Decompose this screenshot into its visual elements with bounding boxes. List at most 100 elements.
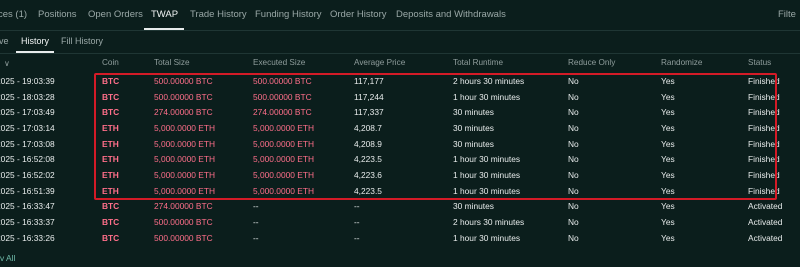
- cell-executed-size: 500.00000 BTC: [253, 91, 312, 102]
- table-row: 2025 - 17:03:14 ETH 5,000.0000 ETH 5,000.00…: [0, 123, 800, 139]
- tab-open-orders[interactable]: Open Orders: [88, 9, 143, 20]
- cell-total-size: 500.00000 BTC: [154, 216, 213, 227]
- cell-coin: ETH: [102, 154, 119, 165]
- cell-randomize: Yes: [661, 216, 675, 227]
- cell-coin: ETH: [102, 138, 119, 149]
- cell-randomize: Yes: [661, 107, 675, 118]
- table-row: 2025 - 16:52:02 ETH 5,000.0000 ETH 5,000.00…: [0, 170, 800, 186]
- cell-runtime: 1 hour 30 minutes: [453, 154, 521, 165]
- cell-coin: BTC: [102, 107, 120, 118]
- table-row: 2025 - 16:33:37 BTC 500.00000 BTC -- -- 2 hou…: [0, 217, 800, 233]
- column-total-runtime[interactable]: Total Runtime: [453, 58, 503, 67]
- view-all-link[interactable]: v All: [0, 253, 15, 263]
- cell-randomize: Yes: [661, 91, 675, 102]
- cell-reduce-only: No: [568, 185, 579, 196]
- cell-status: Activated: [748, 232, 783, 243]
- cell-randomize: Yes: [661, 138, 675, 149]
- table-row: 2025 - 17:03:08 ETH 5,000.0000 ETH 5,000.00…: [0, 139, 800, 155]
- cell-time: 2025 - 17:03:49: [0, 107, 55, 118]
- cell-executed-size: 5,000.0000 ETH: [253, 122, 314, 133]
- cell-time: 2025 - 19:03:39: [0, 76, 55, 86]
- column-executed-size[interactable]: Executed Size: [253, 58, 305, 67]
- cell-time: 2025 - 16:33:26: [0, 232, 55, 243]
- cell-runtime: 30 minutes: [453, 201, 494, 212]
- subtab-history[interactable]: History: [21, 36, 49, 46]
- cell-coin: BTC: [102, 232, 120, 243]
- cell-randomize: Yes: [661, 232, 675, 243]
- cell-coin: ETH: [102, 169, 119, 180]
- cell-reduce-only: No: [568, 201, 579, 212]
- cell-executed-size: 5,000.0000 ETH: [253, 169, 314, 180]
- table-row: 2025 - 19:03:39 BTC 500.00000 BTC 500.00000…: [0, 76, 800, 92]
- cell-runtime: 30 minutes: [453, 107, 494, 118]
- cell-runtime: 2 hours 30 minutes: [453, 76, 525, 86]
- cell-randomize: Yes: [661, 201, 675, 212]
- cell-status: Finished: [748, 107, 780, 118]
- cell-avg-price: --: [354, 232, 360, 243]
- cell-status: Activated: [748, 216, 783, 227]
- cell-time: 2025 - 16:33:37: [0, 216, 55, 227]
- tab-twap[interactable]: TWAP: [151, 9, 178, 20]
- cell-reduce-only: No: [568, 91, 579, 102]
- cell-executed-size: --: [253, 232, 259, 243]
- tab-balances[interactable]: ces (1): [0, 9, 27, 20]
- cell-runtime: 30 minutes: [453, 122, 494, 133]
- cell-status: Activated: [748, 201, 783, 212]
- cell-total-size: 274.00000 BTC: [154, 201, 213, 212]
- cell-time: 2025 - 16:33:47: [0, 201, 55, 212]
- tab-trade-history[interactable]: Trade History: [190, 9, 247, 20]
- table-row: 2025 - 16:51:39 ETH 5,000.0000 ETH 5,000.00…: [0, 186, 800, 202]
- subtab-fill-history[interactable]: Fill History: [61, 36, 103, 46]
- cell-total-size: 5,000.0000 ETH: [154, 138, 215, 149]
- cell-executed-size: 5,000.0000 ETH: [253, 185, 314, 196]
- column-randomize[interactable]: Randomize: [661, 58, 702, 67]
- table-row: 2025 - 16:33:26 BTC 500.00000 BTC -- -- 1 hou…: [0, 233, 800, 249]
- tab-order-history[interactable]: Order History: [330, 9, 386, 20]
- cell-avg-price: 4,223.5: [354, 185, 382, 196]
- tab-deposits-withdrawals[interactable]: Deposits and Withdrawals: [396, 9, 506, 20]
- tab-funding-history[interactable]: Funding History: [255, 9, 322, 20]
- column-total-size[interactable]: Total Size: [154, 58, 190, 67]
- cell-time: 2025 - 16:52:02: [0, 169, 55, 180]
- cell-reduce-only: No: [568, 216, 579, 227]
- cell-total-size: 5,000.0000 ETH: [154, 122, 215, 133]
- cell-executed-size: 5,000.0000 ETH: [253, 154, 314, 165]
- cell-randomize: Yes: [661, 169, 675, 180]
- cell-time: 2025 - 18:03:28: [0, 91, 55, 102]
- cell-status: Finished: [748, 91, 780, 102]
- active-subtab-underline: [16, 51, 54, 53]
- cell-time: 2025 - 17:03:08: [0, 138, 55, 149]
- cell-executed-size: 5,000.0000 ETH: [253, 138, 314, 149]
- cell-avg-price: 117,244: [354, 91, 384, 102]
- cell-runtime: 1 hour 30 minutes: [453, 232, 521, 243]
- cell-coin: BTC: [102, 91, 120, 102]
- sort-chevron-icon[interactable]: ∨: [4, 58, 10, 68]
- cell-runtime: 30 minutes: [453, 138, 494, 149]
- column-average-price[interactable]: Average Price: [354, 58, 405, 67]
- cell-avg-price: --: [354, 216, 360, 227]
- cell-avg-price: 4,223.6: [354, 169, 382, 180]
- cell-status: Finished: [748, 122, 780, 133]
- cell-total-size: 500.00000 BTC: [154, 76, 213, 86]
- cell-time: 2025 - 17:03:14: [0, 122, 55, 133]
- cell-runtime: 1 hour 30 minutes: [453, 169, 521, 180]
- table-row: 2025 - 16:52:08 ETH 5,000.0000 ETH 5,000.00…: [0, 154, 800, 170]
- column-reduce-only[interactable]: Reduce Only: [568, 58, 615, 67]
- table-header: ∨ Coin Total Size Executed Size Average …: [0, 58, 800, 72]
- cell-randomize: Yes: [661, 122, 675, 133]
- cell-randomize: Yes: [661, 76, 675, 86]
- cell-reduce-only: No: [568, 169, 579, 180]
- cell-coin: BTC: [102, 201, 120, 212]
- cell-reduce-only: No: [568, 107, 579, 118]
- column-status[interactable]: Status: [748, 58, 771, 67]
- cell-runtime: 1 hour 30 minutes: [453, 185, 521, 196]
- cell-total-size: 5,000.0000 ETH: [154, 169, 215, 180]
- tab-positions[interactable]: Positions: [38, 9, 77, 20]
- filter-button[interactable]: Filte: [778, 9, 796, 20]
- cell-executed-size: 500.00000 BTC: [253, 76, 312, 86]
- cell-runtime: 2 hours 30 minutes: [453, 216, 525, 227]
- cell-time: 2025 - 16:52:08: [0, 154, 55, 165]
- column-coin[interactable]: Coin: [102, 58, 119, 67]
- subtab-active[interactable]: ve: [0, 36, 9, 46]
- cell-status: Finished: [748, 138, 780, 149]
